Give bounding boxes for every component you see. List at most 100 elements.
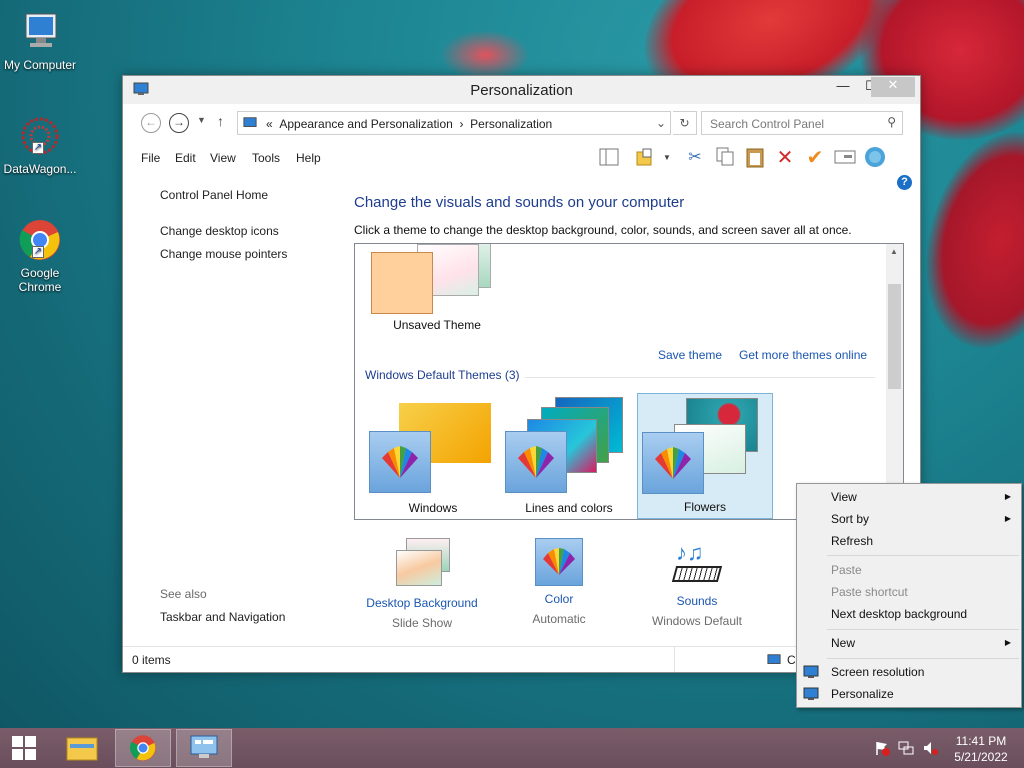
menu-item-screen-resolution[interactable]: Screen resolution xyxy=(831,665,924,679)
menu-item-paste[interactable]: Paste xyxy=(831,563,862,577)
change-desktop-icons-link[interactable]: Change desktop icons xyxy=(160,224,279,238)
desktop-context-menu: View ▶ Sort by ▶ Refresh Paste Paste sho… xyxy=(796,483,1022,708)
theme-label: Flowers xyxy=(683,500,726,514)
menu-item-paste-shortcut[interactable]: Paste shortcut xyxy=(831,585,908,599)
get-more-themes-link[interactable]: Get more themes online xyxy=(739,348,867,362)
menu-item-refresh[interactable]: Refresh xyxy=(831,534,873,548)
color-palette-icon xyxy=(369,431,431,493)
action-center-flag-icon[interactable] xyxy=(874,740,890,759)
breadcrumb-separator[interactable]: › xyxy=(460,117,464,131)
menu-file[interactable]: File xyxy=(141,151,160,165)
file-explorer-taskbar-button[interactable] xyxy=(54,729,110,767)
windows-logo-icon xyxy=(12,736,36,760)
sounds-icon: ♪♫ xyxy=(670,538,724,588)
globe-icon[interactable] xyxy=(863,145,887,169)
help-icon[interactable]: ? xyxy=(897,175,912,190)
forward-icon[interactable]: → xyxy=(169,113,189,133)
search-placeholder: Search Control Panel xyxy=(710,117,825,131)
desktop-background-setting[interactable]: Desktop Background Slide Show xyxy=(357,538,487,630)
taskbar-navigation-link[interactable]: Taskbar and Navigation xyxy=(160,610,285,624)
start-button[interactable] xyxy=(0,729,48,767)
minimize-button[interactable]: — xyxy=(829,78,857,98)
sounds-setting[interactable]: ♪♫ Sounds Windows Default xyxy=(632,538,762,628)
control-panel-icon xyxy=(767,653,781,670)
menu-item-next-background[interactable]: Next desktop background xyxy=(831,607,967,621)
menu-item-new[interactable]: New xyxy=(831,636,855,650)
title-bar[interactable]: Personalization — ☐ ✕ xyxy=(123,76,920,104)
color-palette-icon xyxy=(535,538,583,586)
desktop-icon-label: Google Chrome xyxy=(18,266,62,294)
recent-pages-chevron-icon[interactable]: ▼ xyxy=(197,115,206,125)
color-palette-icon xyxy=(505,431,567,493)
sounds-label: Sounds xyxy=(676,594,718,608)
themes-scrollbar[interactable]: ▲ ▼ xyxy=(886,244,903,519)
layout-pane-icon[interactable] xyxy=(597,145,621,169)
cut-icon[interactable]: ✂ xyxy=(683,145,707,169)
rename-icon[interactable] xyxy=(833,145,857,169)
theme-label: Lines and colors xyxy=(525,501,613,515)
toolbar-dropdown-chevron-icon[interactable]: ▼ xyxy=(655,145,679,169)
address-bar[interactable]: « Appearance and Personalization › Perso… xyxy=(237,111,671,135)
desktop-icon-datawagon[interactable]: ↗ DataWagon... xyxy=(0,112,80,176)
theme-windows[interactable]: Windows xyxy=(365,393,501,519)
desktop-icon-my-computer[interactable]: My Computer xyxy=(0,8,80,72)
breadcrumb-appearance[interactable]: Appearance and Personalization xyxy=(279,117,452,131)
menu-tools[interactable]: Tools xyxy=(252,151,280,165)
refresh-icon[interactable]: ↻ xyxy=(673,111,697,135)
chrome-taskbar-button[interactable] xyxy=(115,729,171,767)
change-mouse-pointers-link[interactable]: Change mouse pointers xyxy=(160,247,287,261)
scroll-up-icon[interactable]: ▲ xyxy=(890,247,898,256)
network-icon[interactable] xyxy=(898,740,914,759)
menu-help[interactable]: Help xyxy=(296,151,321,165)
menu-item-view[interactable]: View xyxy=(831,490,857,504)
color-value: Automatic xyxy=(532,612,586,626)
submenu-arrow-icon: ▶ xyxy=(1004,638,1011,647)
paste-icon[interactable] xyxy=(743,145,767,169)
item-count: 0 items xyxy=(132,653,171,667)
shortcut-arrow-icon: ↗ xyxy=(32,142,44,154)
folder-icon xyxy=(66,737,98,761)
menu-item-sort-by[interactable]: Sort by xyxy=(831,512,869,526)
theme-color-swatch xyxy=(371,252,433,314)
volume-muted-icon[interactable] xyxy=(922,740,938,759)
chrome-icon xyxy=(130,735,156,761)
personalize-icon xyxy=(803,686,819,705)
color-palette-icon xyxy=(642,432,704,494)
close-button[interactable]: ✕ xyxy=(871,77,915,97)
breadcrumb-overflow[interactable]: « xyxy=(266,117,273,131)
search-icon[interactable]: ⚲ xyxy=(887,115,896,129)
theme-flowers[interactable]: Flowers xyxy=(637,393,773,519)
copy-icon[interactable] xyxy=(713,145,737,169)
control-panel-home-link[interactable]: Control Panel Home xyxy=(160,188,268,202)
control-panel-taskbar-button[interactable] xyxy=(176,729,232,767)
properties-check-icon[interactable]: ✔ xyxy=(803,145,827,169)
save-theme-link[interactable]: Save theme xyxy=(658,348,722,362)
datawagon-icon: ↗ xyxy=(16,112,64,160)
theme-unsaved[interactable]: Unsaved Theme xyxy=(369,244,505,362)
themes-list: Unsaved Theme Save theme Get more themes… xyxy=(354,243,904,520)
desktop-background-value: Slide Show xyxy=(391,616,453,630)
desktop-background-label: Desktop Background xyxy=(366,596,478,610)
menu-item-personalize[interactable]: Personalize xyxy=(831,687,894,701)
menu-edit[interactable]: Edit xyxy=(175,151,196,165)
system-clock[interactable]: 11:41 PM 5/21/2022 xyxy=(948,733,1014,765)
group-divider xyxy=(525,377,875,378)
menu-bar: File Edit View Tools Help xyxy=(123,146,920,172)
back-icon[interactable]: ← xyxy=(141,113,161,133)
status-location: C xyxy=(787,653,796,667)
theme-lines-and-colors[interactable]: Lines and colors xyxy=(501,393,637,519)
scrollbar-thumb[interactable] xyxy=(888,284,901,389)
desktop-icon-chrome[interactable]: ↗ Google Chrome xyxy=(0,216,80,294)
folder-options-icon[interactable] xyxy=(633,145,657,169)
submenu-arrow-icon: ▶ xyxy=(1004,492,1011,501)
address-dropdown-chevron-icon[interactable]: ⌄ xyxy=(656,116,666,130)
computer-icon xyxy=(16,8,64,56)
up-icon[interactable]: ↑ xyxy=(217,113,224,129)
menu-view[interactable]: View xyxy=(210,151,236,165)
search-input[interactable]: Search Control Panel ⚲ xyxy=(701,111,903,135)
address-row: ← → ▼ ↑ « Appearance and Personalization… xyxy=(133,109,910,137)
delete-icon[interactable]: ✕ xyxy=(773,145,797,169)
color-setting[interactable]: Color Automatic xyxy=(494,538,624,626)
breadcrumb-personalization[interactable]: Personalization xyxy=(470,117,552,131)
shortcut-arrow-icon: ↗ xyxy=(32,246,44,258)
